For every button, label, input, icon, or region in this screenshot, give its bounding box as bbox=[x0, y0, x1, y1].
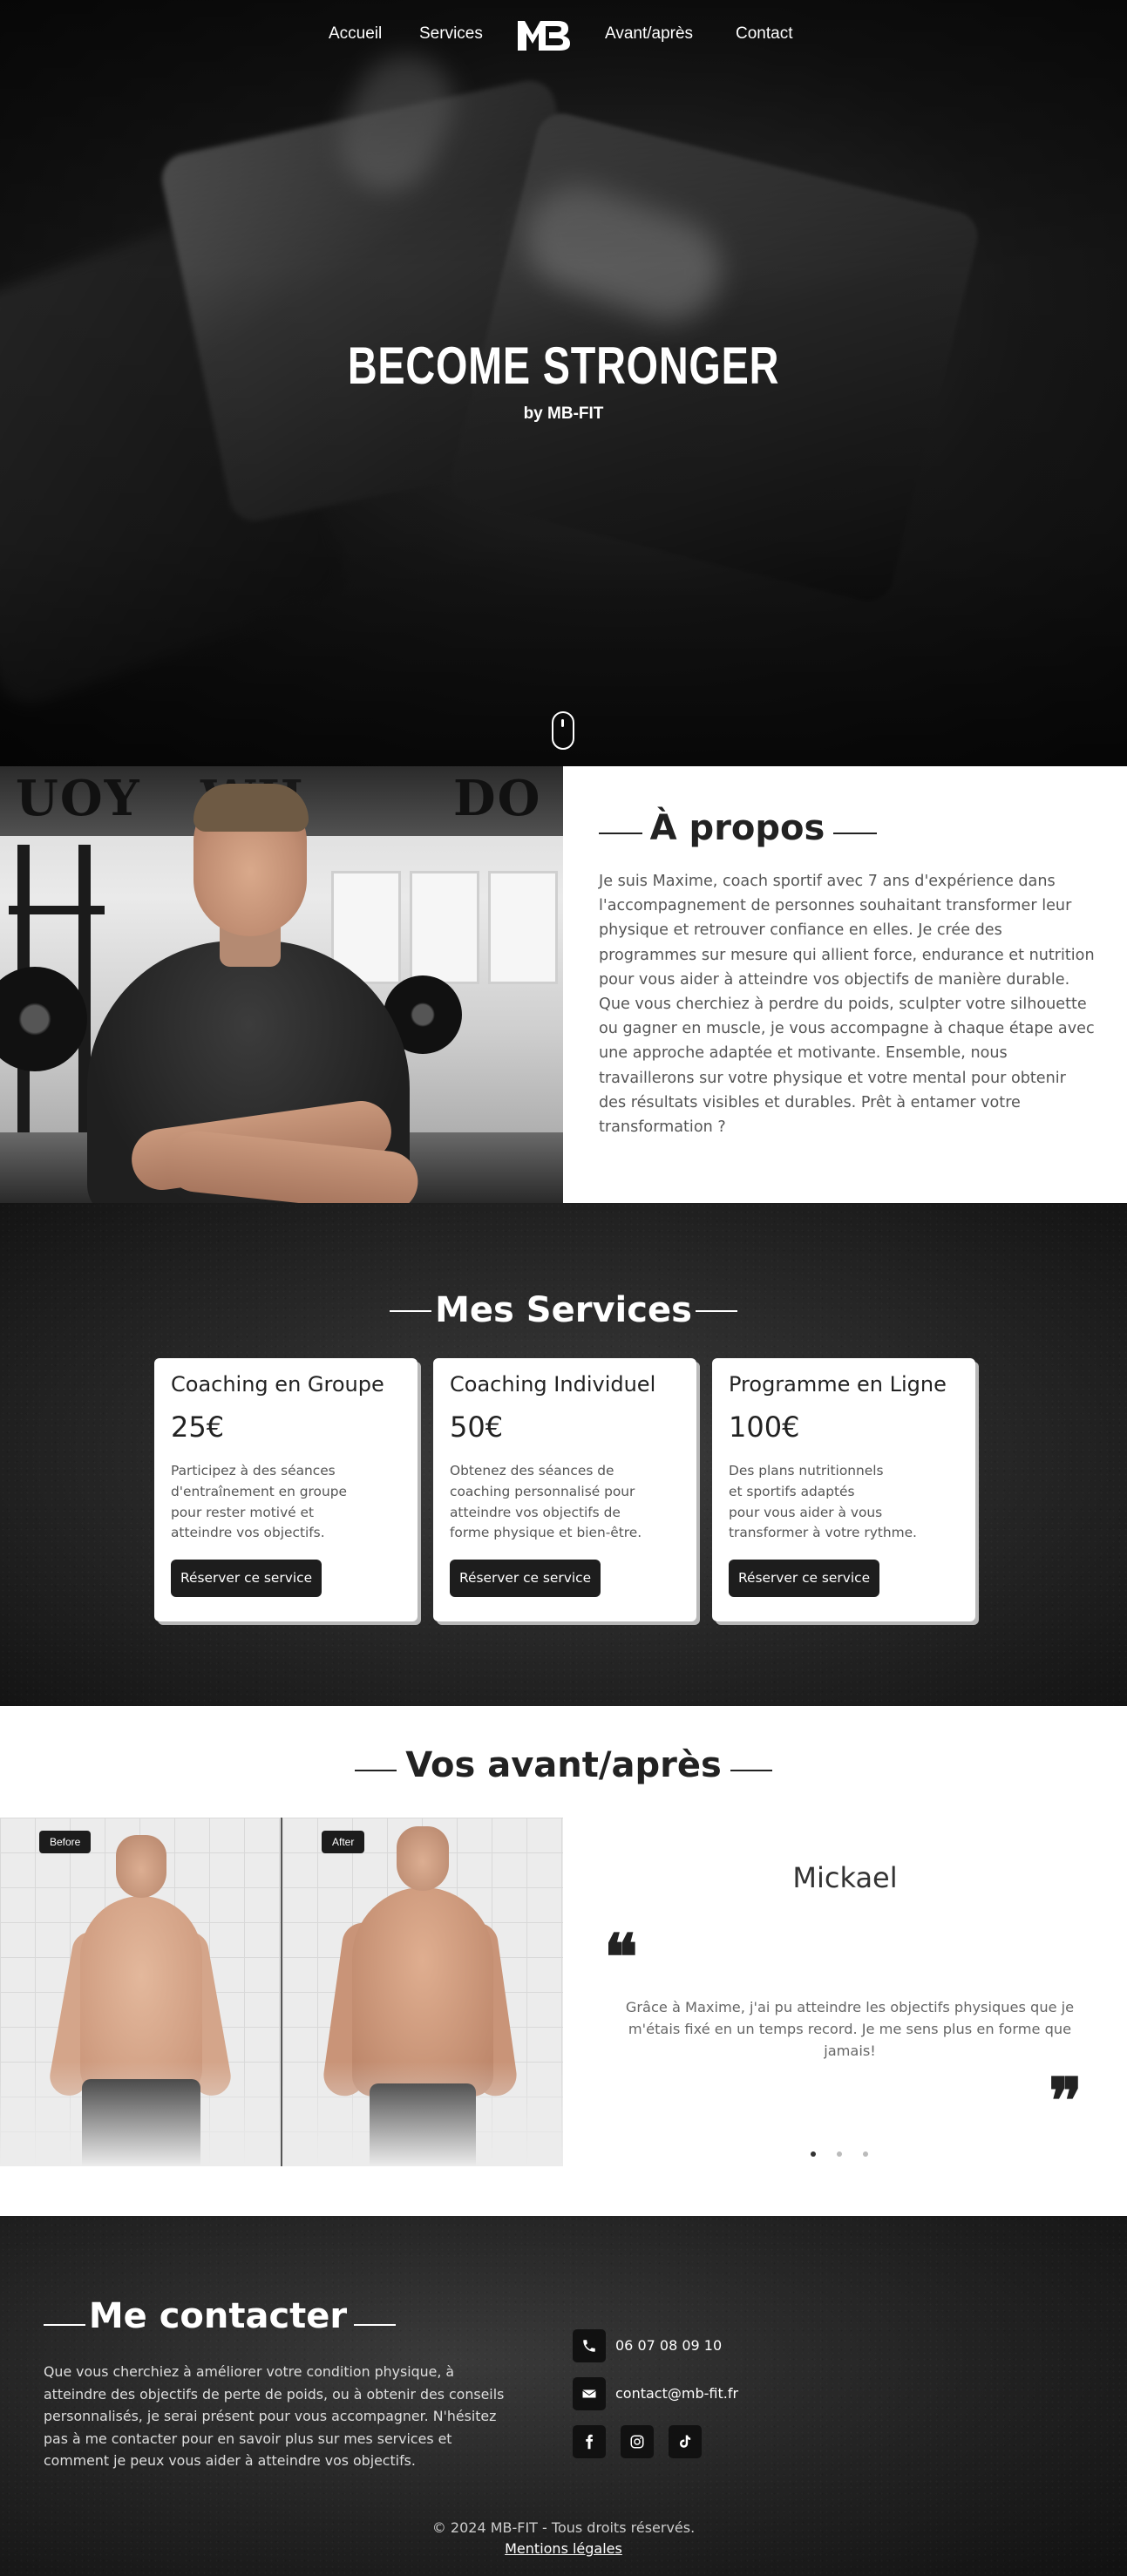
gym-rack bbox=[9, 906, 105, 914]
contact-text: Que vous cherchiez à améliorer votre con… bbox=[44, 2363, 505, 2470]
testimonial-text: Grâce à Maxime, j'ai pu atteindre les ob… bbox=[625, 1999, 1075, 2059]
title-rule bbox=[696, 1310, 737, 1312]
email-icon bbox=[573, 2377, 606, 2410]
gym-window bbox=[410, 871, 479, 984]
service-description: Obtenez des séances de coaching personna… bbox=[450, 1463, 642, 1541]
about-title: À propos bbox=[649, 808, 825, 848]
nav-link-services[interactable]: Services bbox=[419, 24, 483, 44]
about-section: À propos Je suis Maxime, coach sportif a… bbox=[563, 766, 1127, 1203]
title-rule bbox=[730, 1770, 772, 1771]
carousel-dot[interactable] bbox=[837, 2151, 842, 2157]
service-card: Coaching Individuel 50€ Obtenez des séan… bbox=[433, 1358, 696, 1621]
image-fade bbox=[0, 2062, 281, 2166]
before-after-title: Vos avant/après bbox=[405, 1745, 722, 1785]
services-section: Mes Services Coaching en Groupe 25€ Part… bbox=[0, 1203, 1127, 1706]
tiktok-icon[interactable] bbox=[669, 2425, 702, 2458]
service-title: Coaching Individuel bbox=[450, 1372, 656, 1397]
email-link[interactable]: contact@mb-fit.fr bbox=[615, 2385, 738, 2402]
nav-link-avant-apres[interactable]: Avant/après bbox=[605, 24, 693, 44]
carousel-dot-active[interactable] bbox=[811, 2151, 816, 2157]
about-coach-photo: UOY DO WH bbox=[0, 766, 563, 1203]
testimonial-name: Mickael bbox=[792, 1861, 898, 1894]
scroll-down-mouse-icon[interactable] bbox=[552, 711, 574, 750]
instagram-icon[interactable] bbox=[621, 2425, 654, 2458]
title-rule bbox=[354, 2324, 396, 2326]
before-label: Before bbox=[39, 1831, 92, 1853]
nav-link-accueil[interactable]: Accueil bbox=[329, 24, 382, 44]
before-photo: Before bbox=[0, 1818, 281, 2166]
after-label: After bbox=[322, 1831, 365, 1853]
head bbox=[116, 1835, 166, 1898]
after-photo: After bbox=[282, 1818, 563, 2166]
open-quote-icon: ❝ bbox=[604, 1920, 638, 1994]
main-nav: Accueil Services Avant/après Contact bbox=[0, 21, 1127, 51]
phone-number-link[interactable]: 06 07 08 09 10 bbox=[615, 2337, 722, 2354]
wall-lettering: UOY bbox=[16, 770, 141, 827]
title-rule bbox=[833, 833, 877, 834]
about-text: Je suis Maxime, coach sportif avec 7 ans… bbox=[599, 873, 1095, 1137]
service-description: Participez à des séances d'entraînement … bbox=[171, 1463, 347, 1541]
close-quote-icon: ❞ bbox=[1049, 2063, 1083, 2138]
weight-plate bbox=[0, 967, 87, 1071]
nav-link-contact[interactable]: Contact bbox=[736, 24, 792, 44]
contact-title: Me contacter bbox=[88, 2296, 348, 2336]
hero-title: BECOME STRONGER bbox=[347, 336, 780, 395]
service-title: Coaching en Groupe bbox=[171, 1372, 384, 1397]
service-price: 100€ bbox=[729, 1410, 800, 1444]
hero-section: Accueil Services Avant/après Contact BEC… bbox=[0, 0, 1127, 766]
service-price: 50€ bbox=[450, 1410, 504, 1444]
coach-hair bbox=[193, 784, 309, 832]
service-price: 25€ bbox=[171, 1410, 225, 1444]
facebook-icon[interactable] bbox=[573, 2425, 606, 2458]
gym-window bbox=[488, 871, 558, 984]
services-title: Mes Services bbox=[435, 1290, 692, 1330]
footer-copyright: © 2024 MB-FIT - Tous droits réservés. bbox=[431, 2519, 696, 2536]
legal-notice-link[interactable]: Mentions légales bbox=[0, 2540, 1127, 2557]
phone-icon bbox=[573, 2329, 606, 2362]
carousel-dot[interactable] bbox=[863, 2151, 868, 2157]
service-title: Programme en Ligne bbox=[729, 1372, 947, 1397]
wall-lettering: DO bbox=[453, 770, 542, 827]
reserve-service-button[interactable]: Réserver ce service bbox=[729, 1560, 880, 1597]
reserve-service-button[interactable]: Réserver ce service bbox=[171, 1560, 322, 1597]
service-card: Coaching en Groupe 25€ Participez à des … bbox=[154, 1358, 418, 1621]
hero-subtitle: by MB-FIT bbox=[523, 404, 604, 423]
service-card: Programme en Ligne 100€ Des plans nutrit… bbox=[712, 1358, 975, 1621]
reserve-service-button[interactable]: Réserver ce service bbox=[450, 1560, 601, 1597]
head bbox=[397, 1826, 449, 1891]
service-description: Des plans nutritionnels et sportifs adap… bbox=[729, 1463, 917, 1541]
mb-logo[interactable] bbox=[516, 17, 572, 52]
image-fade bbox=[282, 2062, 563, 2166]
